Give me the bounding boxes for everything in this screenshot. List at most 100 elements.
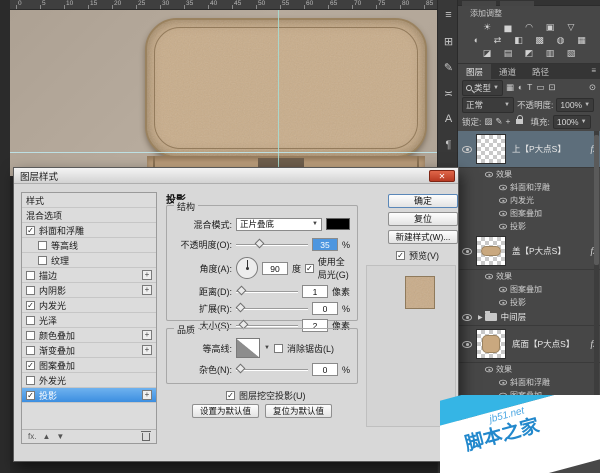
expand-triangle-icon[interactable]: ▶ <box>478 314 483 321</box>
eye-toggle[interactable] <box>458 146 476 153</box>
eye-toggle[interactable] <box>496 286 510 293</box>
levels-icon[interactable]: ▅ <box>500 21 516 33</box>
effect-row[interactable]: 斜面和浮雕 <box>458 376 600 389</box>
eye-toggle[interactable] <box>496 299 510 306</box>
set-default-button[interactable]: 设置为默认值 <box>192 404 259 418</box>
style-checkbox[interactable] <box>26 286 35 295</box>
opacity-slider[interactable] <box>236 244 308 246</box>
tab-图层[interactable]: 图层 <box>458 64 491 79</box>
exposure-icon[interactable]: ▣ <box>542 21 558 33</box>
filter-kind-dropdown[interactable]: 类型 ▼ <box>462 80 503 96</box>
noise-field[interactable]: 0 <box>312 363 338 376</box>
contour-thumbnail[interactable] <box>236 338 260 358</box>
global-light-checkbox[interactable]: ✓ <box>305 264 314 273</box>
selective-color-icon[interactable]: ▧ <box>563 47 579 59</box>
style-row[interactable]: ✓投影+ <box>22 388 156 403</box>
shadow-color-swatch[interactable] <box>326 218 350 230</box>
style-row[interactable]: ✓斜面和浮雕 <box>22 223 156 238</box>
angle-field[interactable]: 90 <box>262 262 288 275</box>
eye-toggle[interactable] <box>496 210 510 217</box>
curves-icon[interactable]: ◠ <box>521 21 537 33</box>
style-row-样式[interactable]: 样式 <box>22 193 156 208</box>
layer-filter-icon[interactable]: ▭ <box>536 82 544 93</box>
move-up-icon[interactable]: ▲ <box>42 432 50 441</box>
effect-row[interactable]: 投影 <box>458 220 600 233</box>
color-lookup-icon[interactable]: ▦ <box>574 34 590 46</box>
tab-路径[interactable]: 路径 <box>524 64 557 79</box>
gradient-map-icon[interactable]: ▥ <box>542 47 558 59</box>
eye-toggle[interactable] <box>496 184 510 191</box>
style-checkbox[interactable]: ✓ <box>26 226 35 235</box>
ok-button[interactable]: 确定 <box>388 194 458 208</box>
character-icon[interactable]: A <box>438 108 459 130</box>
effect-row[interactable]: 图案叠加 <box>458 283 600 296</box>
style-row[interactable]: ✓内发光 <box>22 298 156 313</box>
style-checkbox[interactable] <box>26 271 35 280</box>
angle-dial[interactable] <box>236 257 258 279</box>
style-checkbox[interactable] <box>38 241 47 250</box>
effect-row[interactable]: 内发光 <box>458 194 600 207</box>
spread-slider[interactable] <box>236 308 308 310</box>
effect-row[interactable]: 斜面和浮雕 <box>458 181 600 194</box>
effects-header-row[interactable]: 效果 <box>458 270 600 283</box>
fill-value[interactable]: 100% ▼ <box>553 115 591 129</box>
preview-checkbox[interactable]: ✓ <box>396 251 405 260</box>
eye-toggle[interactable] <box>496 197 510 204</box>
effects-header-row[interactable]: 效果 <box>458 363 600 376</box>
fx-menu-button[interactable]: fx. <box>28 432 36 441</box>
layer-filter-icon[interactable]: ⊡ <box>548 82 555 93</box>
noise-slider[interactable] <box>236 369 308 371</box>
photo-filter-icon[interactable]: ▩ <box>532 34 548 46</box>
eye-toggle[interactable] <box>458 314 476 321</box>
add-instance-icon[interactable]: + <box>142 270 152 280</box>
lock-icon[interactable]: + <box>506 116 511 127</box>
style-checkbox[interactable]: ✓ <box>26 301 35 310</box>
posterize-icon[interactable]: ▤ <box>500 47 516 59</box>
style-checkbox[interactable] <box>26 376 35 385</box>
layer-row[interactable]: 盖【P大点S】fx <box>458 233 600 270</box>
properties-icon[interactable]: ≡ <box>438 4 459 26</box>
delete-effect-icon[interactable] <box>142 433 150 441</box>
layer-group-row[interactable]: ▶中间层 <box>458 309 600 326</box>
add-instance-icon[interactable]: + <box>142 285 152 295</box>
color-balance-icon[interactable]: ⇄ <box>490 34 506 46</box>
filter-toggle-icon[interactable]: ⊙ <box>589 82 596 93</box>
blend-mode-dropdown[interactable]: 正常 ▼ <box>462 97 514 113</box>
style-row[interactable]: 描边+ <box>22 268 156 283</box>
shadow-blend-mode-dropdown[interactable]: 正片叠底 ▼ <box>236 218 322 231</box>
reset-default-button[interactable]: 复位为默认值 <box>265 404 332 418</box>
style-row[interactable]: 纹理 <box>22 253 156 268</box>
spread-field[interactable]: 0 <box>312 302 338 315</box>
style-row[interactable]: 等高线 <box>22 238 156 253</box>
distance-slider[interactable] <box>236 291 298 293</box>
add-instance-icon[interactable]: + <box>142 390 152 400</box>
lock-icon[interactable]: ▨ <box>484 116 492 127</box>
invert-icon[interactable]: ◪ <box>479 47 495 59</box>
eye-toggle[interactable] <box>496 223 510 230</box>
threshold-icon[interactable]: ◩ <box>521 47 537 59</box>
eye-toggle[interactable] <box>458 341 476 348</box>
style-row[interactable]: ✓图案叠加 <box>22 358 156 373</box>
horizontal-guide[interactable] <box>10 152 437 153</box>
hue-saturation-icon[interactable]: ◐ <box>469 34 485 46</box>
tool-presets-icon[interactable]: ≍ <box>438 82 459 104</box>
new-style-button[interactable]: 新建样式(W)... <box>388 230 458 244</box>
document-canvas[interactable] <box>10 10 437 176</box>
dialog-title-bar[interactable]: 图层样式 ✕ <box>14 168 458 184</box>
layer-row[interactable]: 底面【P大点S】fx <box>458 326 600 363</box>
black-white-icon[interactable]: ◧ <box>511 34 527 46</box>
style-row[interactable]: 颜色叠加+ <box>22 328 156 343</box>
clone-source-icon[interactable]: ⊞ <box>438 30 459 52</box>
eye-toggle[interactable] <box>482 171 496 178</box>
add-instance-icon[interactable]: + <box>142 330 152 340</box>
close-icon[interactable]: ✕ <box>429 170 455 182</box>
distance-field[interactable]: 1 <box>302 285 328 298</box>
chevron-down-icon[interactable]: ▼ <box>264 345 270 351</box>
style-checkbox[interactable]: ✓ <box>26 391 35 400</box>
layer-filter-icon[interactable]: T <box>527 82 532 93</box>
layer-filter-icon[interactable]: ▦ <box>506 82 514 93</box>
size-slider[interactable] <box>236 325 298 327</box>
shadow-opacity-field[interactable]: 35 <box>312 238 338 251</box>
panel-menu-icon[interactable]: ≡ <box>591 64 600 79</box>
brightness-contrast-icon[interactable]: ☀ <box>479 21 495 33</box>
